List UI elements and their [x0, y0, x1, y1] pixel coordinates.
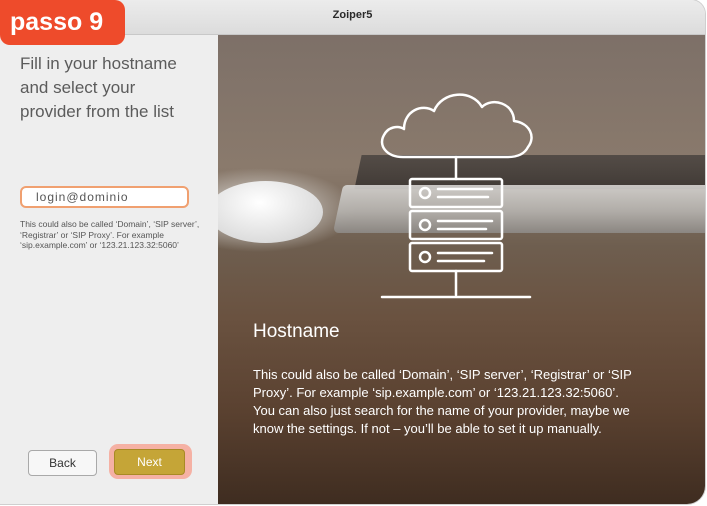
- page-heading: Fill in your hostname and select your pr…: [20, 54, 177, 121]
- info-panel: Hostname This could also be called ‘Doma…: [218, 35, 705, 504]
- cloud-server-illustration-icon: [380, 93, 533, 299]
- info-description: This could also be called ‘Domain’, ‘SIP…: [253, 366, 653, 438]
- info-paragraph: This could also be called ‘Domain’, ‘SIP…: [253, 367, 632, 400]
- info-paragraph: You can also just search for the name of…: [253, 403, 630, 436]
- info-title: Hostname: [253, 321, 340, 342]
- left-panel: Fill in your hostname and select your pr…: [0, 35, 218, 504]
- hostname-hint: This could also be called ‘Domain’, ‘SIP…: [20, 219, 200, 250]
- step-badge: passo 9: [0, 0, 125, 45]
- mouse-image: [218, 181, 323, 243]
- app-window: Zoiper5 Fill in your hostname and select…: [0, 0, 705, 504]
- next-button[interactable]: Next: [114, 449, 185, 475]
- hostname-input[interactable]: [20, 186, 189, 208]
- back-button[interactable]: Back: [28, 450, 97, 476]
